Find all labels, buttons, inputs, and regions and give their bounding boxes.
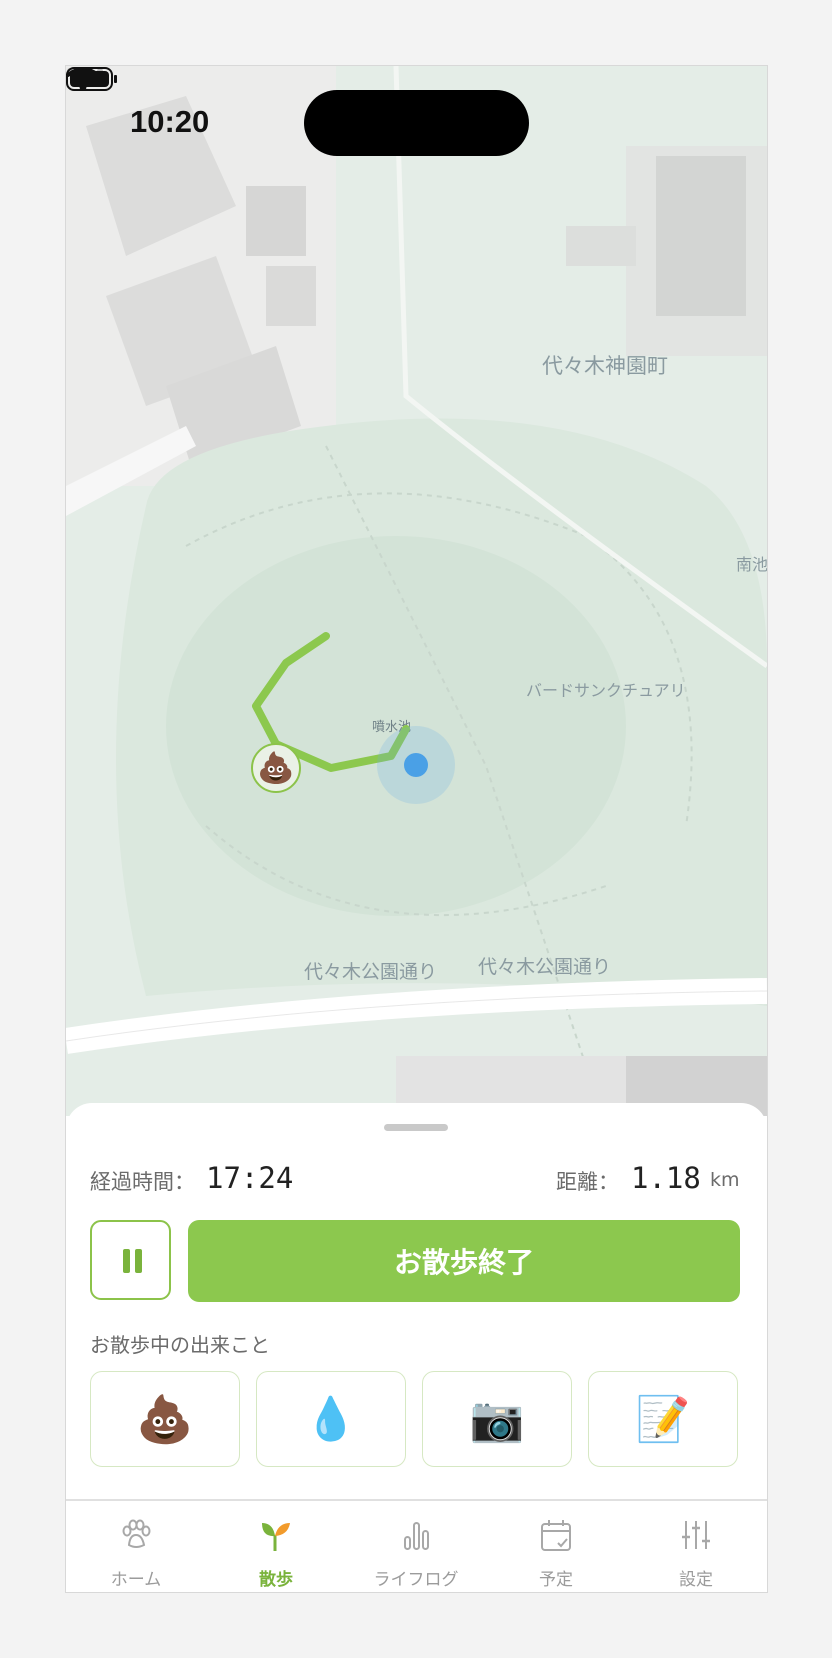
status-time: 10:20 <box>130 104 210 139</box>
tab-bar: ホーム 散歩 ライフログ 予定 設定 <box>66 1499 767 1592</box>
pause-button[interactable] <box>90 1220 171 1300</box>
tab-label: ホーム <box>110 1570 162 1590</box>
events-section-title: お散歩中の出来こと <box>90 1333 270 1357</box>
bar-chart-icon <box>404 1522 429 1550</box>
tab-settings[interactable]: 設定 <box>626 1501 766 1592</box>
sheet-drag-handle[interactable] <box>384 1124 448 1131</box>
tab-label: 設定 <box>679 1570 713 1590</box>
sliders-icon <box>682 1521 710 1549</box>
poop-icon: 💩 <box>136 1391 194 1446</box>
water-drop-icon: 💧 <box>304 1394 358 1443</box>
map-view[interactable]: 代々木神園町 南池 バードサンクチュアリ 噴水池 代々木公園通り 代々木公園通り… <box>66 66 767 1116</box>
calendar-icon <box>541 1520 571 1551</box>
distance-unit: km <box>710 1169 740 1191</box>
tab-walk[interactable]: 散歩 <box>206 1501 346 1592</box>
end-walk-button[interactable]: お散歩終了 <box>188 1220 740 1302</box>
distance-label: 距離： <box>556 1170 619 1194</box>
poop-map-marker[interactable]: 💩 <box>251 743 301 793</box>
status-bar: 10:20 <box>66 66 767 176</box>
tab-lifelog[interactable]: ライフログ <box>346 1501 486 1592</box>
tab-label: ライフログ <box>373 1570 459 1590</box>
current-location-dot <box>404 753 428 777</box>
distance-value: 1.18 <box>631 1161 701 1195</box>
paw-icon <box>122 1519 151 1548</box>
event-pee-button[interactable]: 💧 <box>256 1371 406 1467</box>
event-memo-button[interactable]: 📝 <box>588 1371 738 1467</box>
poop-icon: 💩 <box>257 750 295 786</box>
event-poop-button[interactable]: 💩 <box>90 1371 240 1467</box>
tab-home[interactable]: ホーム <box>66 1501 206 1592</box>
tab-label: 予定 <box>539 1570 573 1590</box>
tab-schedule[interactable]: 予定 <box>486 1501 626 1592</box>
sprout-icon <box>262 1523 290 1551</box>
event-photo-button[interactable]: 📷 <box>422 1371 572 1467</box>
walk-route <box>252 632 410 772</box>
tab-label: 散歩 <box>259 1570 293 1590</box>
memo-icon: 📝 <box>635 1394 691 1445</box>
dynamic-island <box>304 90 529 156</box>
elapsed-time-value: 17:24 <box>206 1161 294 1195</box>
elapsed-time-label: 経過時間： <box>90 1170 195 1194</box>
phone-screen: 代々木神園町 南池 バードサンクチュアリ 噴水池 代々木公園通り 代々木公園通り… <box>65 65 768 1593</box>
battery-icon <box>66 67 117 91</box>
camera-icon: 📷 <box>469 1394 525 1445</box>
